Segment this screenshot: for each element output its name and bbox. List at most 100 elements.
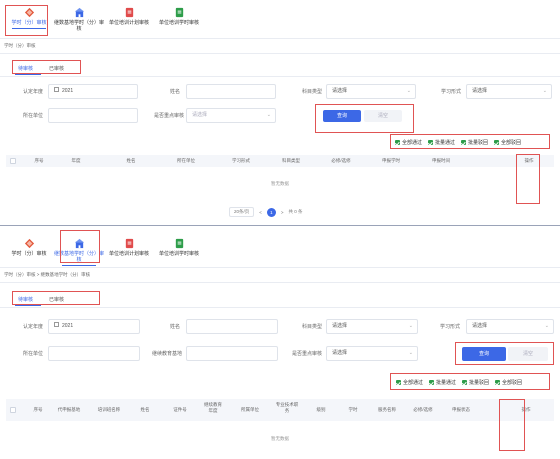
query-button[interactable]: 查询 — [323, 110, 361, 122]
divider — [0, 267, 560, 268]
tab-active-indicator — [15, 305, 41, 306]
col-header: 证件号 — [173, 407, 187, 412]
study-select[interactable]: 请选择 ⌄ — [466, 319, 554, 334]
col-header: 学时 — [348, 407, 358, 412]
col-header: 序号 — [34, 158, 44, 163]
subject-select[interactable]: 请选择 ⌄ — [326, 84, 416, 99]
batch-approve-button[interactable]: 批量通过 — [429, 379, 456, 386]
table-header: 序号 代申报基地 培训班名称 姓名 证件号 继续教育年度 所属单位 专业技术职务… — [6, 399, 554, 421]
col-header: 序号 — [33, 407, 43, 412]
col-header: 所属单位 — [241, 407, 259, 412]
year-picker[interactable]: 2021 — [48, 319, 140, 334]
batch-reject-button[interactable]: 批量驳回 — [461, 139, 488, 146]
name-input[interactable] — [186, 84, 276, 99]
tool-base-hours-review[interactable]: 继数基地学时（分）审核 — [54, 231, 105, 266]
year-label: 认定年度 — [22, 324, 43, 330]
select-all-checkbox[interactable] — [10, 158, 16, 164]
reject-all-button[interactable]: 全部驳回 — [495, 379, 522, 386]
clear-button[interactable]: 清空 — [508, 347, 548, 361]
tool-label: 继数基地学时（分）审核 — [54, 251, 105, 263]
tool-label: 学时（分）审核 — [11, 20, 47, 26]
tool-label: 继数基地学时（分）审核 — [54, 20, 105, 32]
year-picker[interactable]: 2021 — [48, 84, 138, 99]
breadcrumb-text: 学时（分）审核 > 继数基地学时（分）审核 — [4, 272, 91, 277]
query-button[interactable]: 查询 — [462, 347, 506, 361]
study-placeholder: 请选择 — [472, 88, 488, 94]
pagination: 20条/页 < 1 > 共 0 条 — [229, 207, 303, 217]
page-size-select[interactable]: 20条/页 — [229, 207, 255, 217]
clear-button[interactable]: 清空 — [364, 110, 402, 122]
subject-select[interactable]: 请选择 ⌄ — [326, 319, 418, 334]
year-value: 2021 — [62, 323, 74, 329]
col-header: 代申报基地 — [57, 407, 81, 412]
col-header: 年度 — [71, 158, 81, 163]
prev-page-button[interactable]: < — [259, 210, 262, 215]
breadcrumb: 学时（分）审核 > 继数基地学时（分）审核 — [4, 272, 90, 278]
col-header: 继续教育年度 — [204, 402, 222, 413]
tool-unit-hours-review[interactable]: 单位培训学时审核 — [154, 231, 204, 257]
filter-row: 所在单位 继续教育基地 是否重点审核 请选择 ⌄ 查询 清空 — [0, 346, 560, 362]
col-header: 培训班名称 — [97, 407, 121, 412]
divider — [0, 53, 560, 54]
col-header: 专业技术职务 — [275, 402, 299, 413]
filter-row: 所在单位 是否重点审核 请选择 ⌄ 查询 清空 — [0, 108, 560, 124]
focus-select[interactable]: 请选择 ⌄ — [326, 346, 418, 361]
document-icon — [125, 7, 133, 18]
check-icon — [429, 380, 435, 385]
action-label: 批量通过 — [435, 140, 456, 146]
check-icon — [428, 140, 434, 145]
name-input[interactable] — [186, 319, 278, 334]
approve-all-button[interactable]: 全部通过 — [395, 139, 422, 146]
current-page[interactable]: 1 — [266, 207, 276, 217]
select-all-checkbox[interactable] — [10, 407, 16, 413]
panel-base-hours-review: 学时（分）审核 继数基地学时（分）审核 单位培训计划审核 单位培训学时审核 学时… — [0, 229, 560, 459]
tool-label: 单位培训学时审核 — [158, 251, 199, 257]
document-icon — [175, 238, 183, 249]
col-header: 申报学时 — [382, 158, 400, 163]
unit-label: 所在单位 — [22, 113, 43, 119]
study-label: 学习形式 — [439, 324, 460, 330]
document-icon — [175, 7, 183, 18]
base-input[interactable] — [186, 346, 278, 361]
batch-approve-button[interactable]: 批量通过 — [428, 139, 455, 146]
subject-label: 科目类型 — [301, 324, 322, 330]
tool-hours-review[interactable]: 学时（分）审核 — [4, 231, 54, 257]
chevron-down-icon: ⌄ — [542, 88, 547, 94]
breadcrumb: 学时（分）审核 — [4, 43, 36, 49]
reject-all-button[interactable]: 全部驳回 — [494, 139, 521, 146]
bulk-actions: 全部通过 批量通过 批量驳回 全部驳回 — [395, 139, 521, 146]
empty-state: 暂无数据 — [271, 436, 289, 441]
tool-label: 单位培训学时审核 — [158, 20, 199, 26]
tool-unit-plan-review[interactable]: 单位培训计划审核 — [104, 0, 154, 26]
unit-input[interactable] — [48, 108, 138, 123]
approve-all-button[interactable]: 全部通过 — [396, 379, 423, 386]
table-header: 序号 年度 姓名 所在单位 学习形式 科目类型 必修/选修 申报学时 申报时间 … — [6, 155, 554, 167]
action-label: 批量通过 — [436, 380, 457, 386]
tool-hours-review[interactable]: 学时（分）审核 — [4, 0, 54, 29]
divider — [0, 76, 560, 77]
tool-unit-plan-review[interactable]: 单位培训计划审核 — [104, 231, 154, 257]
study-placeholder: 请选择 — [472, 323, 488, 329]
focus-select[interactable]: 请选择 ⌄ — [186, 108, 276, 123]
divider — [0, 282, 560, 283]
batch-reject-button[interactable]: 批量驳回 — [462, 379, 489, 386]
unit-label: 所在单位 — [22, 351, 43, 357]
tab-reviewed[interactable]: 已审核 — [41, 62, 72, 75]
action-label: 全部驳回 — [501, 140, 522, 146]
name-label: 姓名 — [169, 89, 180, 95]
tab-reviewed[interactable]: 已审核 — [41, 293, 72, 306]
module-toolbar: 学时（分）审核 继数基地学时（分）审核 单位培训计划审核 单位培训学时审核 — [0, 0, 560, 32]
next-page-button[interactable]: > — [281, 210, 284, 215]
unit-input[interactable] — [48, 346, 140, 361]
base-label: 继续教育基地 — [151, 351, 182, 357]
subject-placeholder: 请选择 — [332, 323, 348, 329]
col-header: 服务名称 — [378, 407, 396, 412]
col-header: 所在单位 — [177, 158, 195, 163]
tool-base-hours-review[interactable]: 继数基地学时（分）审核 — [54, 0, 104, 32]
study-select[interactable]: 请选择 ⌄ — [466, 84, 552, 99]
col-header: 操作 — [524, 158, 534, 163]
filter-row: 认定年度 2021 姓名 科目类型 请选择 ⌄ 学习形式 请选择 ⌄ — [0, 84, 560, 100]
tool-unit-hours-review[interactable]: 单位培训学时审核 — [154, 0, 204, 26]
col-header: 姓名 — [126, 158, 136, 163]
chevron-down-icon: ⌄ — [408, 323, 413, 329]
